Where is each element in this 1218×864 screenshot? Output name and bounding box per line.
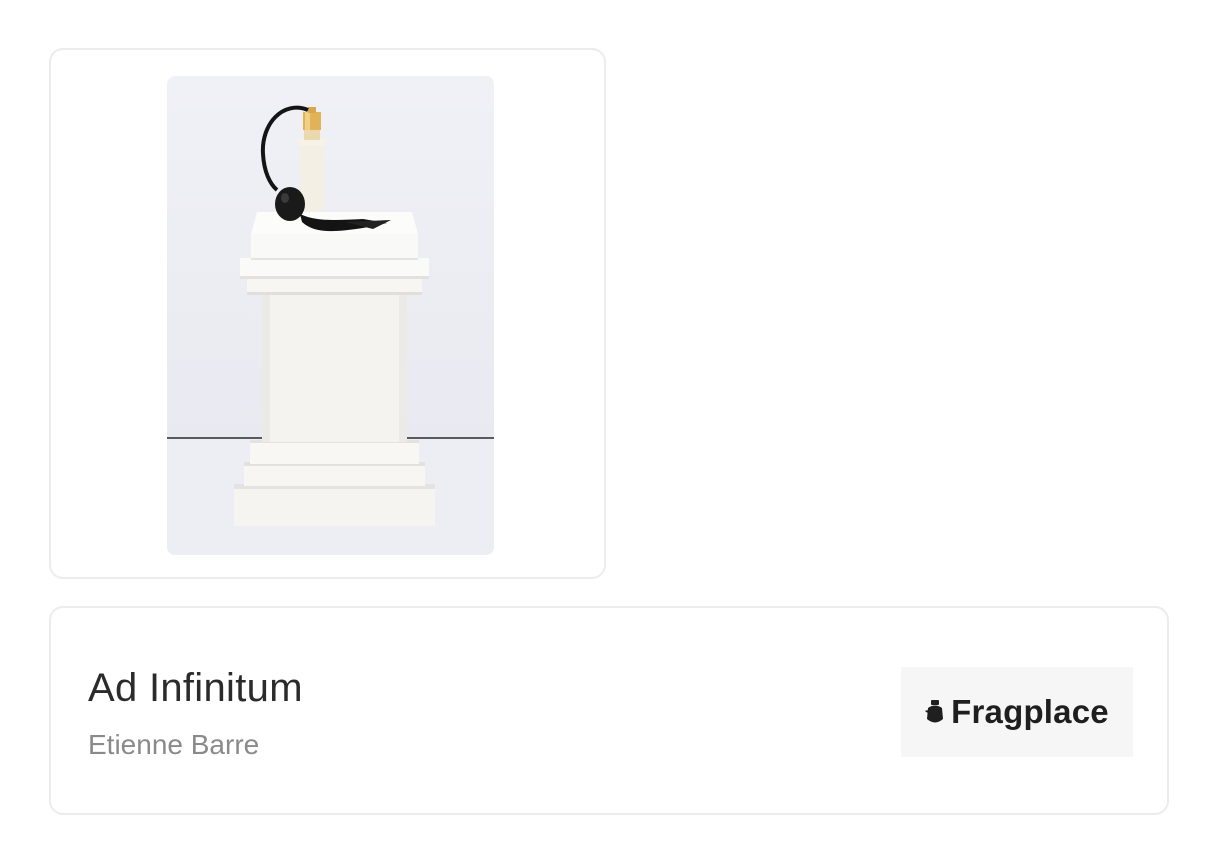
brand-name[interactable]: Etienne Barre bbox=[88, 729, 259, 761]
product-info-card: Ad Infinitum Etienne Barre Fragplace bbox=[49, 606, 1169, 815]
product-image-card bbox=[49, 48, 606, 579]
product-name: Ad Infinitum bbox=[88, 666, 303, 710]
product-image[interactable] bbox=[167, 76, 494, 555]
bottle-icon bbox=[925, 699, 944, 722]
perfume-bottle-illustration bbox=[167, 105, 494, 555]
fragplace-logo-button[interactable]: Fragplace bbox=[901, 667, 1133, 757]
store-logo-text: Fragplace bbox=[951, 693, 1109, 730]
